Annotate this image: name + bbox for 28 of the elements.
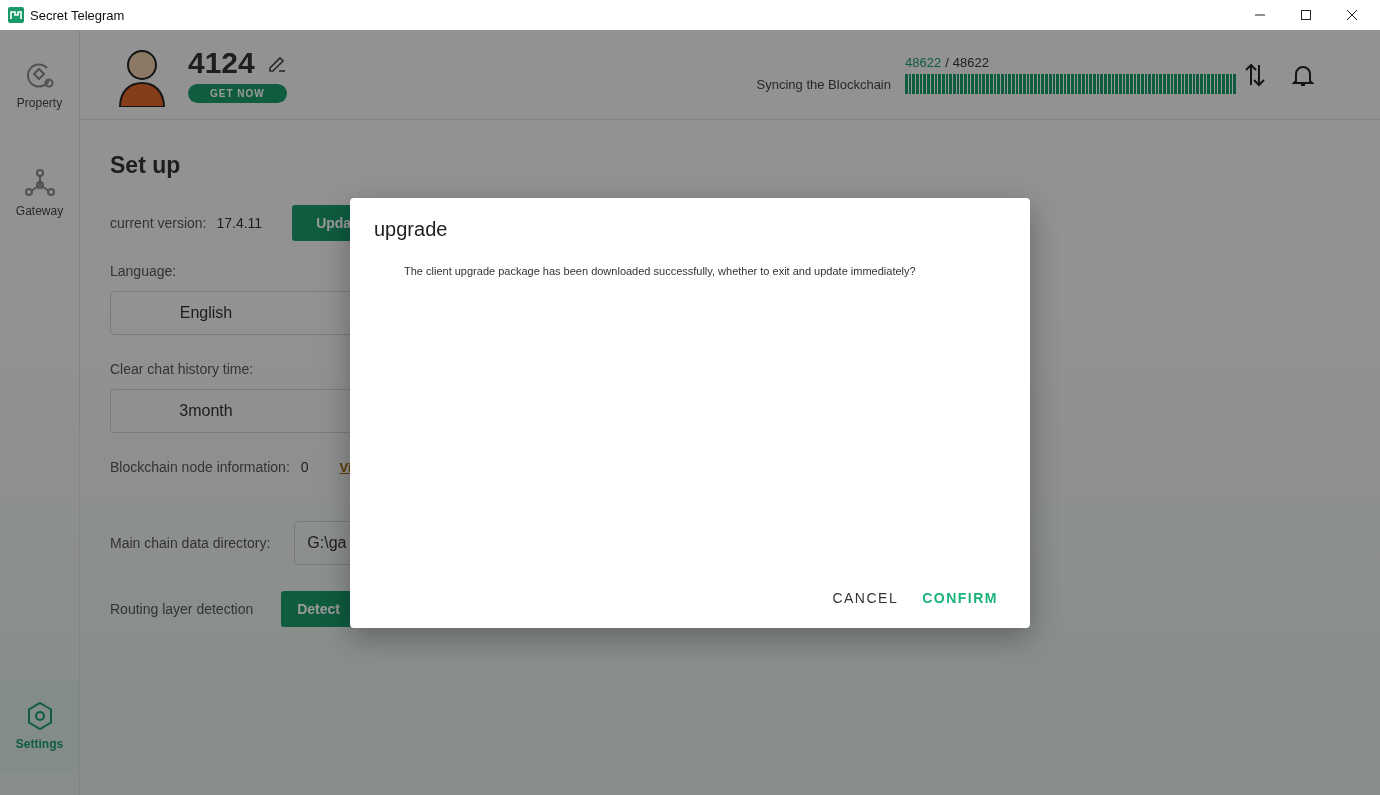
app-logo-icon [8,7,24,23]
close-icon[interactable] [1346,9,1358,21]
setting-label: Blockchain node information: [110,459,290,475]
cancel-button[interactable]: CANCEL [824,582,907,614]
setting-label: Clear chat history time: [110,361,254,377]
page-title: Set up [110,152,182,179]
version-number: 17.4.11 [216,215,263,231]
setting-label: Main chain data directory: [110,535,271,551]
count-separator: / [945,55,949,70]
sync-total-count: 48622 [952,55,989,70]
sidebar-item[interactable]: Property [0,40,79,130]
dialog-title: upgrade [374,218,449,241]
get-now-button[interactable]: GET NOW [188,84,287,103]
maximize-icon[interactable] [1300,9,1312,21]
up-down-arrows-icon[interactable] [1244,62,1266,87]
username: 4124 [188,46,255,80]
confirm-button[interactable]: CONFIRM [914,582,1006,614]
sync-label: Syncing the Blockchain [756,76,891,92]
dialog-message: The client upgrade package has been downloaded successfully, whether to exit and update immediately? [404,265,917,277]
setting-label: Language: [110,263,177,279]
sidebar-item[interactable]: Gateway [0,148,79,238]
node-count: 0 [300,459,309,475]
setting-label: Routing layer detection [110,601,254,617]
sync-current-count: 48622 [905,55,942,70]
setting-label: current version: [110,215,207,231]
network-icon [23,168,56,198]
window-title: Secret Telegram [30,7,125,23]
settings-icon [25,701,54,731]
